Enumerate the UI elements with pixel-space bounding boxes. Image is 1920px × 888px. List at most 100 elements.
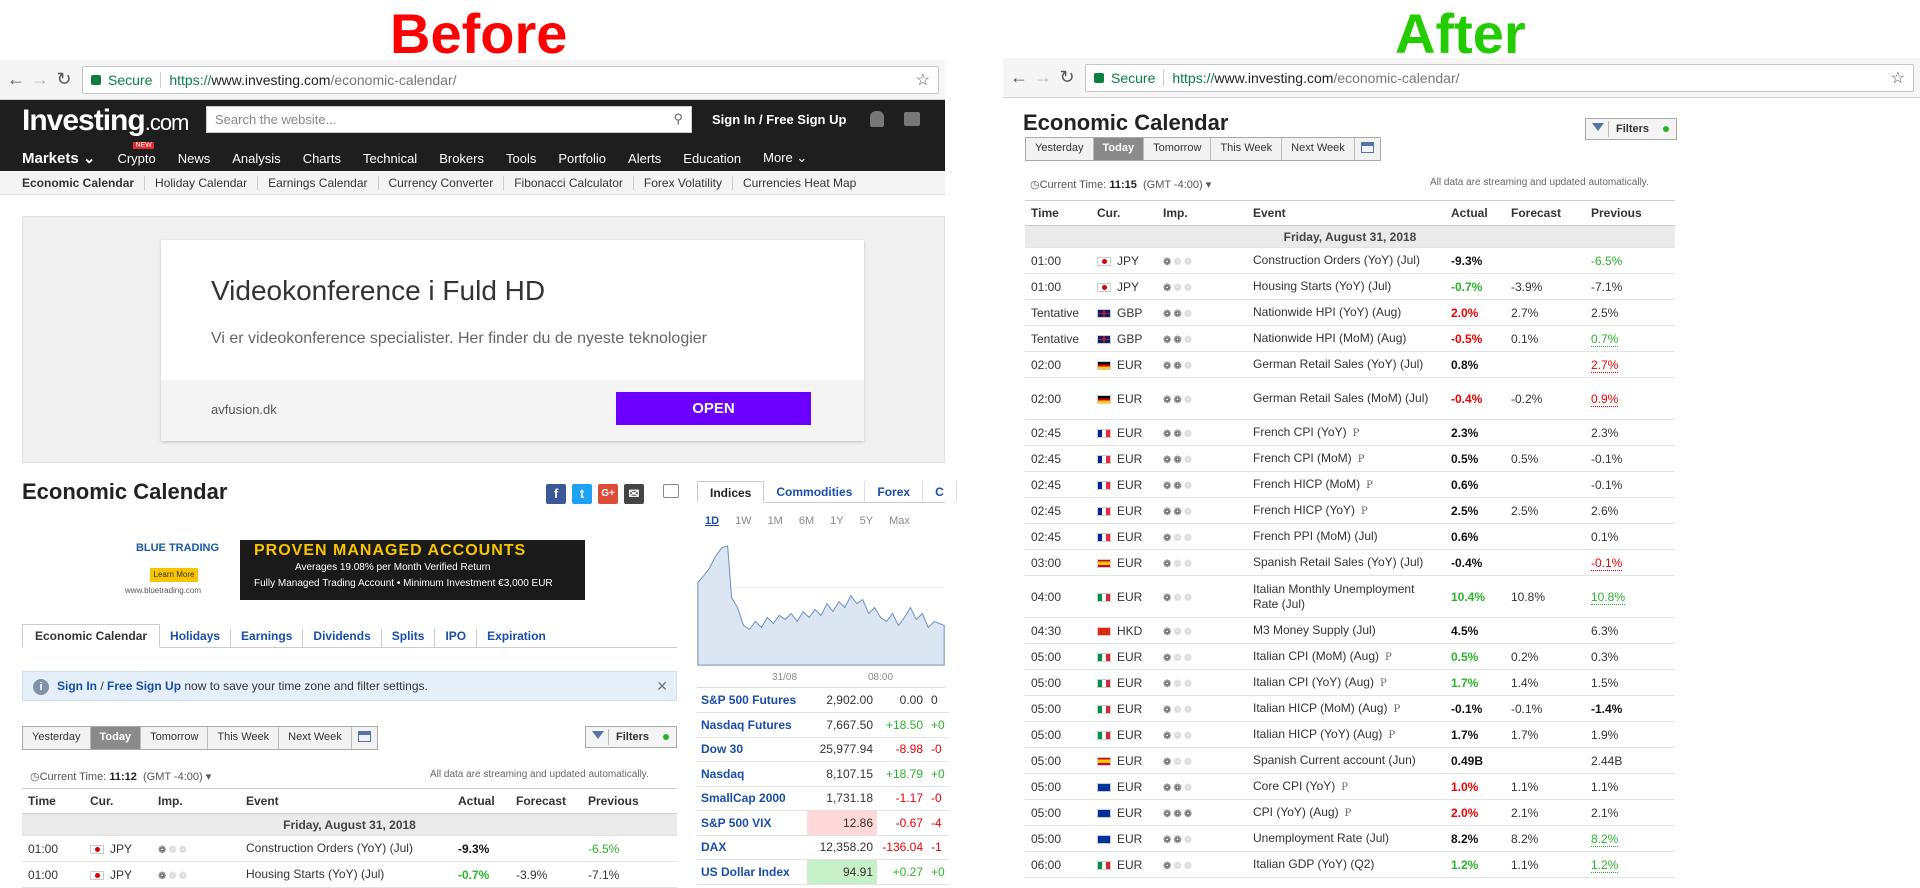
quote-name[interactable]: SmallCap 2000 xyxy=(697,786,807,811)
address-bar[interactable]: Secure https://www.investing.com/economi… xyxy=(1085,63,1914,92)
table-row[interactable]: 06:00 EUR ❁❁❁ Italian GDP (YoY) (Q2) 1.2% 1.1… xyxy=(1025,851,1675,878)
signin-link[interactable]: Sign In xyxy=(712,112,755,127)
back-arrow-icon[interactable]: ← xyxy=(1007,66,1031,90)
table-row[interactable]: 03:00 EUR ❁❁❁ Spanish Retail Sales (YoY) (J… xyxy=(1025,549,1675,576)
table-row[interactable]: 05:00 EUR ❁❁❁ Italian HICP (YoY) (Aug) P 1.7%… xyxy=(1025,721,1675,748)
event-name[interactable]: French HICP (MoM) xyxy=(1253,477,1360,491)
day-this-week-button[interactable]: This Week xyxy=(208,727,280,749)
bookmark-star-icon[interactable]: ☆ xyxy=(1891,68,1905,88)
day-today-button[interactable]: Today xyxy=(90,727,142,749)
quote-row[interactable]: DAX 12,358.20 -136.04 -1 xyxy=(697,835,949,860)
period-1m[interactable]: 1M xyxy=(760,515,791,527)
subnav-fibonacci-calculator[interactable]: Fibonacci Calculator xyxy=(504,175,634,190)
event-name[interactable]: Unemployment Rate (Jul) xyxy=(1253,831,1389,845)
facebook-icon[interactable]: f xyxy=(546,484,566,504)
tab-splits[interactable]: Splits xyxy=(382,629,436,647)
event-name[interactable]: Core CPI (YoY) xyxy=(1253,779,1335,793)
bluetrading-ad[interactable]: BLUE TRADING Learn More www.bluetrading.… xyxy=(115,540,585,600)
subnav-currencies-heat-map[interactable]: Currencies Heat Map xyxy=(733,176,866,190)
table-row[interactable]: 01:00 JPY ❁❁❁ Housing Starts (YoY) (Jul) -0.… xyxy=(22,861,677,888)
event-name[interactable]: Italian CPI (YoY) (Aug) xyxy=(1253,675,1374,689)
table-row[interactable]: 05:00 EUR ❁❁❁ Core CPI (YoY) P 1.0% 1.1% 1.1% xyxy=(1025,773,1675,800)
quote-row[interactable]: Nasdaq Futures 7,667.50 +18.50 +0 xyxy=(697,712,949,738)
quote-row[interactable]: SmallCap 2000 1,731.18 -1.17 -0 xyxy=(697,786,949,811)
event-name[interactable]: Italian HICP (YoY) (Aug) xyxy=(1253,727,1382,741)
nav-charts[interactable]: Charts xyxy=(303,151,341,166)
nav-technical[interactable]: Technical xyxy=(363,151,417,166)
calendar-picker-icon[interactable] xyxy=(1354,138,1380,160)
day-tomorrow-button[interactable]: Tomorrow xyxy=(1144,138,1212,160)
bell-icon[interactable] xyxy=(870,111,884,127)
event-name[interactable]: Italian HICP (MoM) (Aug) xyxy=(1253,701,1387,715)
table-row[interactable]: 05:00 EUR ❁❁❁ CPI (YoY) (Aug) P 2.0% 2.1% 2.1% xyxy=(1025,799,1675,826)
quote-row[interactable]: Dow 30 25,977.94 -8.98 -0 xyxy=(697,737,949,762)
event-name[interactable]: French HICP (YoY) xyxy=(1253,503,1355,517)
forward-arrow-icon[interactable]: → xyxy=(1031,66,1055,90)
quote-name[interactable]: S&P 500 VIX xyxy=(697,810,807,836)
event-name[interactable]: Housing Starts (YoY) (Jul) xyxy=(246,867,384,881)
search-input[interactable]: Search the website... ⚲ xyxy=(206,106,692,133)
tab-economic-calendar[interactable]: Economic Calendar xyxy=(22,624,161,648)
nav-markets[interactable]: Markets ⌄ xyxy=(22,149,95,167)
nav-alerts[interactable]: Alerts xyxy=(628,151,661,166)
period-1y[interactable]: 1Y xyxy=(822,515,851,527)
table-row[interactable]: 02:45 EUR ❁❁❁ French HICP (YoY) P 2.5% 2.5% 2.6… xyxy=(1025,497,1675,524)
table-row[interactable]: 05:00 EUR ❁❁❁ Italian CPI (YoY) (Aug) P 1.7% 1… xyxy=(1025,669,1675,696)
table-row[interactable]: 02:00 EUR ❁❁❁ German Retail Sales (YoY) (Ju… xyxy=(1025,351,1675,378)
markets-tab-c[interactable]: C xyxy=(923,481,957,502)
period-1w[interactable]: 1W xyxy=(727,515,760,527)
tab-dividends[interactable]: Dividends xyxy=(303,629,382,647)
day-next-week-button[interactable]: Next Week xyxy=(1282,138,1355,160)
event-name[interactable]: Italian CPI (MoM) (Aug) xyxy=(1253,649,1379,663)
table-row[interactable]: 05:00 EUR ❁❁❁ Italian CPI (MoM) (Aug) P 0.5% 0… xyxy=(1025,643,1675,670)
quote-row[interactable]: Nasdaq 8,107.15 +18.79 +0 xyxy=(697,761,949,787)
event-name[interactable]: Nationwide HPI (YoY) (Aug) xyxy=(1253,305,1401,319)
portfolio-briefcase-icon[interactable] xyxy=(904,112,920,126)
markets-tab-forex[interactable]: Forex xyxy=(865,481,924,502)
event-name[interactable]: Construction Orders (YoY) (Jul) xyxy=(246,841,413,855)
nav-analysis[interactable]: Analysis xyxy=(232,151,280,166)
email-icon[interactable]: ✉ xyxy=(624,484,644,504)
table-row[interactable]: 04:00 EUR ❁❁❁ Italian Monthly Unemployment … xyxy=(1025,575,1675,618)
reload-icon[interactable]: ↻ xyxy=(52,68,76,92)
quote-name[interactable]: Nasdaq xyxy=(697,761,807,787)
tab-ipo[interactable]: IPO xyxy=(435,629,478,647)
markets-tab-indices[interactable]: Indices xyxy=(697,481,765,503)
subnav-holiday-calendar[interactable]: Holiday Calendar xyxy=(145,175,259,190)
nav-news[interactable]: News xyxy=(178,151,211,166)
table-row[interactable]: Tentative GBP ❁❁❁ Nationwide HPI (MoM) (Aug… xyxy=(1025,325,1675,352)
table-row[interactable]: 01:00 JPY ❁❁❁ Housing Starts (YoY) (Jul) -0.… xyxy=(1025,273,1675,300)
period-max[interactable]: Max xyxy=(881,515,918,527)
signup-link[interactable]: Free Sign Up xyxy=(766,112,846,127)
nav-more[interactable]: More ⌄ xyxy=(763,150,807,166)
quote-row[interactable]: S&P 500 Futures 2,902.00 0.00 0 xyxy=(697,688,949,713)
nav-crypto[interactable]: Crypto NEW xyxy=(117,141,156,166)
event-name[interactable]: Italian GDP (YoY) (Q2) xyxy=(1253,857,1374,871)
table-row[interactable]: 05:00 EUR ❁❁❁ Italian HICP (MoM) (Aug) P -0.1… xyxy=(1025,695,1675,722)
quote-name[interactable]: DAX xyxy=(697,835,807,860)
event-name[interactable]: Spanish Retail Sales (YoY) (Jul) xyxy=(1253,555,1423,569)
tab-expiration[interactable]: Expiration xyxy=(477,629,556,647)
day-next-week-button[interactable]: Next Week xyxy=(279,727,352,749)
event-name[interactable]: Nationwide HPI (MoM) (Aug) xyxy=(1253,331,1406,345)
day-today-button[interactable]: Today xyxy=(1093,138,1145,160)
table-row[interactable]: 04:30 HKD ❁❁❁ M3 Money Supply (Jul) 4.5% 6.3% xyxy=(1025,617,1675,644)
print-icon[interactable] xyxy=(663,484,679,498)
table-row[interactable]: 02:45 EUR ❁❁❁ French HICP (MoM) P 0.6% -0.1% xyxy=(1025,471,1675,498)
filters-button[interactable]: Filters xyxy=(585,726,677,748)
calendar-picker-icon[interactable] xyxy=(351,727,377,749)
ad-card[interactable]: Videokonference i Fuld HD Vi er videokon… xyxy=(161,240,864,441)
search-icon[interactable]: ⚲ xyxy=(673,111,683,127)
table-row[interactable]: 05:00 EUR ❁❁❁ Spanish Current account (Jun)… xyxy=(1025,747,1675,774)
event-name[interactable]: Housing Starts (YoY) (Jul) xyxy=(1253,279,1391,293)
quote-name[interactable]: Dow 30 xyxy=(697,737,807,762)
table-row[interactable]: 05:00 EUR ❁❁❁ Unemployment Rate (Jul) 8.2% 8.… xyxy=(1025,825,1675,852)
ad-open-button[interactable]: OPEN xyxy=(616,392,811,425)
close-icon[interactable]: ✕ xyxy=(656,678,668,695)
event-name[interactable]: French CPI (YoY) xyxy=(1253,425,1347,439)
tab-holidays[interactable]: Holidays xyxy=(160,629,232,647)
investing-logo[interactable]: Investing.com xyxy=(22,104,189,138)
google-plus-icon[interactable]: G+ xyxy=(598,484,618,504)
day-yesterday-button[interactable]: Yesterday xyxy=(23,727,91,749)
subnav-earnings-calendar[interactable]: Earnings Calendar xyxy=(258,175,379,190)
